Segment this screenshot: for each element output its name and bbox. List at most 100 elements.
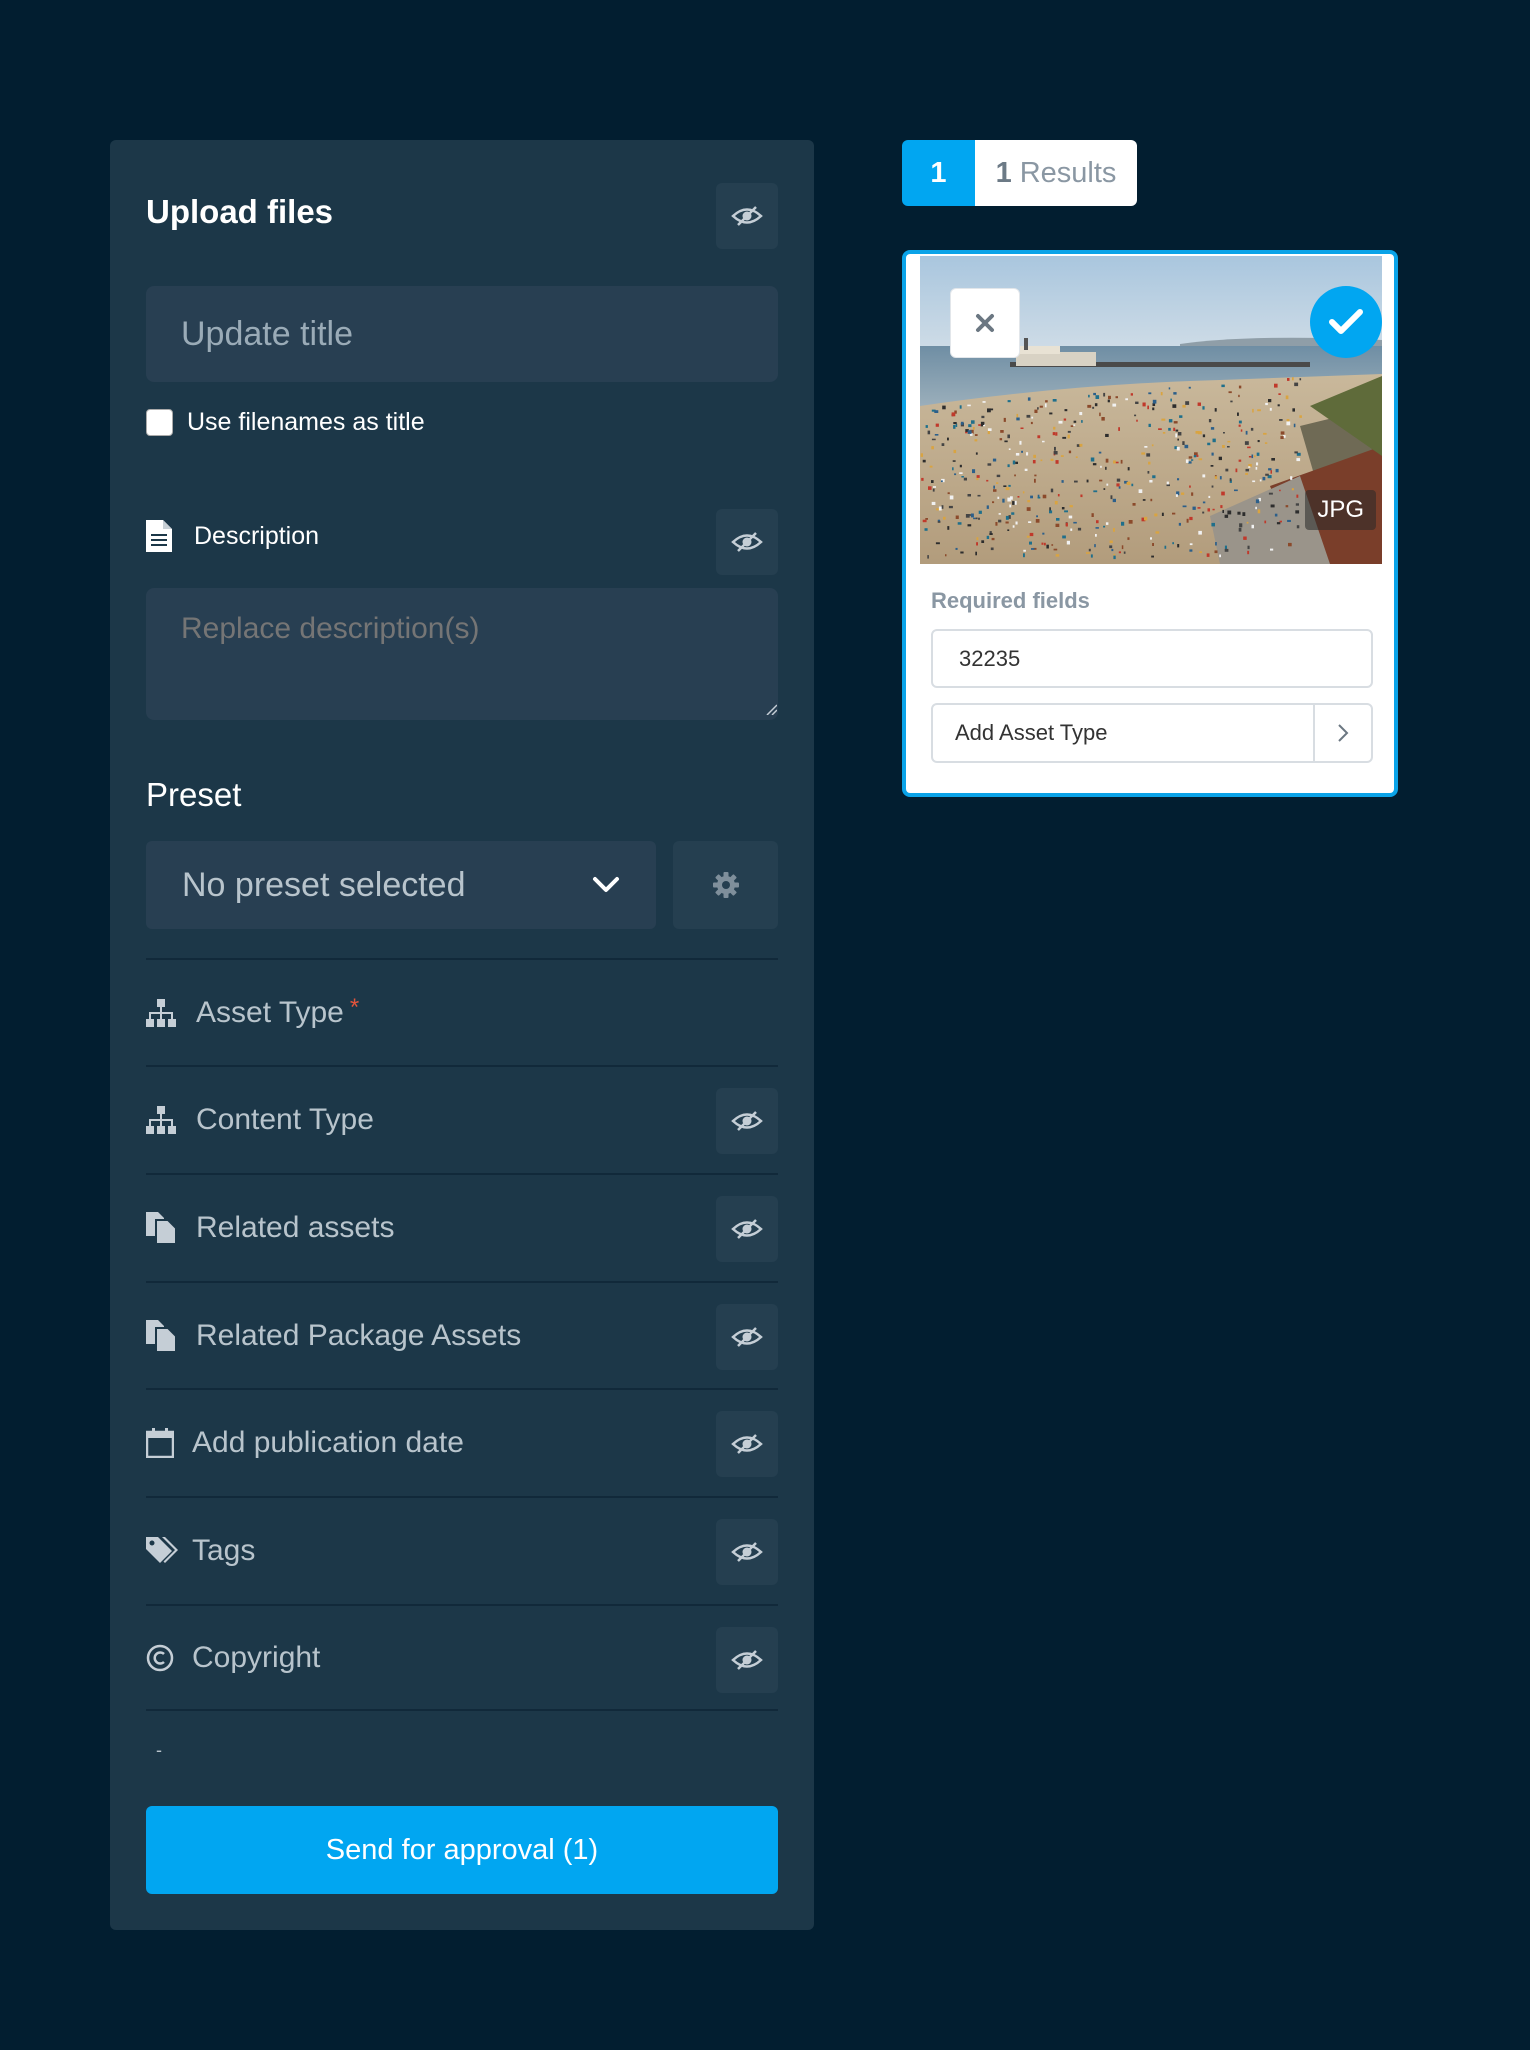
preset-settings-button[interactable] bbox=[673, 841, 778, 929]
photo-detail bbox=[1177, 438, 1179, 441]
field-related-package-assets[interactable]: Related Package Assets bbox=[146, 1281, 778, 1388]
photo-detail bbox=[1292, 408, 1295, 412]
photo-detail bbox=[1197, 507, 1201, 509]
hide-title-button[interactable] bbox=[716, 183, 778, 249]
photo-detail bbox=[1026, 507, 1031, 511]
photo-detail bbox=[952, 460, 956, 462]
field-asset-type[interactable]: Asset Type * bbox=[146, 958, 778, 1065]
field-publication-date[interactable]: Add publication date bbox=[146, 1388, 778, 1495]
photo-detail bbox=[1112, 403, 1117, 407]
page-number-button[interactable]: 1 bbox=[902, 140, 975, 206]
photo-detail bbox=[1223, 432, 1225, 434]
photo-detail bbox=[1189, 516, 1193, 521]
photo-detail bbox=[1193, 455, 1197, 458]
send-for-approval-button[interactable]: Send for approval (1) bbox=[146, 1806, 778, 1894]
photo-detail bbox=[1172, 404, 1177, 408]
photo-detail bbox=[945, 554, 947, 557]
photo-detail bbox=[1053, 426, 1056, 430]
photo-detail bbox=[1186, 518, 1189, 523]
hide-copyright-button[interactable] bbox=[716, 1627, 778, 1693]
field-related-assets[interactable]: Related assets bbox=[146, 1173, 778, 1280]
hide-publication-date-button[interactable] bbox=[716, 1411, 778, 1477]
photo-detail bbox=[1042, 532, 1045, 535]
photo-detail bbox=[1099, 412, 1101, 417]
photo-detail bbox=[1115, 461, 1119, 464]
photo-detail bbox=[929, 465, 933, 468]
hide-tags-button[interactable] bbox=[716, 1519, 778, 1585]
field-tags[interactable]: Tags bbox=[146, 1496, 778, 1603]
photo-detail bbox=[934, 410, 939, 413]
photo-detail bbox=[1185, 459, 1189, 463]
photo-detail bbox=[1111, 548, 1114, 552]
results-count-value: 1 bbox=[995, 156, 1012, 189]
photo-detail bbox=[1067, 430, 1071, 433]
photo-detail bbox=[1292, 377, 1294, 381]
preset-select[interactable]: No preset selected bbox=[146, 841, 656, 929]
photo-detail bbox=[1040, 459, 1043, 462]
photo-detail bbox=[1177, 478, 1180, 481]
use-filenames-row[interactable]: Use filenames as title bbox=[146, 408, 425, 437]
results-count: 1 Results bbox=[975, 140, 1137, 206]
photo-detail bbox=[1042, 494, 1047, 499]
photo-detail bbox=[1004, 440, 1008, 443]
copy-icon bbox=[146, 1211, 178, 1244]
photo-detail bbox=[1150, 537, 1152, 540]
photo-detail bbox=[1106, 483, 1109, 486]
hide-content-type-button[interactable] bbox=[716, 1088, 778, 1154]
photo-detail bbox=[1221, 384, 1225, 388]
photo-detail bbox=[1219, 554, 1221, 558]
photo-detail bbox=[1286, 419, 1290, 422]
photo-detail bbox=[968, 424, 972, 428]
photo-detail bbox=[1138, 489, 1143, 493]
photo-detail bbox=[1061, 507, 1065, 510]
description-textarea[interactable] bbox=[146, 588, 778, 720]
photo-detail bbox=[1019, 440, 1022, 445]
photo-detail bbox=[978, 424, 981, 426]
asset-id-input[interactable]: 32235 bbox=[931, 629, 1373, 688]
preset-selected-value: No preset selected bbox=[182, 865, 466, 904]
photo-detail bbox=[1007, 400, 1011, 403]
photo-detail bbox=[1242, 512, 1246, 516]
photo-detail bbox=[978, 510, 982, 514]
photo-detail bbox=[1127, 467, 1130, 471]
photo-detail bbox=[1073, 424, 1076, 426]
photo-detail bbox=[943, 516, 946, 520]
photo-detail bbox=[1016, 417, 1020, 421]
add-asset-type-select[interactable]: Add Asset Type bbox=[931, 703, 1373, 763]
photo-detail bbox=[1240, 429, 1243, 432]
photo-detail bbox=[981, 540, 985, 543]
photo-detail bbox=[1265, 473, 1269, 476]
hide-related-assets-button[interactable] bbox=[716, 1196, 778, 1262]
photo-detail bbox=[934, 434, 939, 436]
photo-detail bbox=[1011, 512, 1015, 515]
photo-detail bbox=[1214, 550, 1218, 554]
field-copyright[interactable]: Copyright bbox=[146, 1604, 778, 1711]
select-asset-checkbox[interactable] bbox=[1310, 286, 1382, 358]
resize-grip-icon[interactable] bbox=[765, 703, 777, 715]
field-content-type[interactable]: Content Type bbox=[146, 1065, 778, 1172]
photo-detail bbox=[1195, 431, 1200, 434]
title-input[interactable] bbox=[146, 286, 778, 382]
asset-card[interactable]: JPG Required fields 32235 Add Asset Type bbox=[902, 250, 1398, 797]
field-copyright-label: Copyright bbox=[192, 1640, 321, 1674]
remove-asset-button[interactable] bbox=[950, 288, 1020, 358]
photo-detail bbox=[1031, 548, 1035, 550]
asset-thumbnail[interactable]: JPG bbox=[920, 256, 1382, 564]
photo-detail bbox=[959, 464, 962, 468]
photo-detail bbox=[1116, 483, 1120, 487]
photo-detail bbox=[1191, 492, 1194, 496]
photo-detail bbox=[1263, 432, 1267, 435]
photo-detail bbox=[1073, 420, 1077, 423]
hide-description-button[interactable] bbox=[716, 509, 778, 575]
photo-detail bbox=[1173, 427, 1176, 431]
photo-detail bbox=[925, 425, 928, 428]
photo-detail bbox=[1054, 446, 1056, 451]
photo-detail bbox=[1012, 460, 1016, 465]
photo-detail bbox=[1221, 491, 1225, 496]
photo-detail bbox=[996, 482, 999, 484]
photo-detail bbox=[971, 420, 975, 424]
use-filenames-checkbox[interactable] bbox=[146, 409, 173, 436]
hide-related-package-assets-button[interactable] bbox=[716, 1304, 778, 1370]
photo-detail bbox=[1158, 428, 1162, 430]
photo-detail bbox=[1086, 552, 1090, 554]
